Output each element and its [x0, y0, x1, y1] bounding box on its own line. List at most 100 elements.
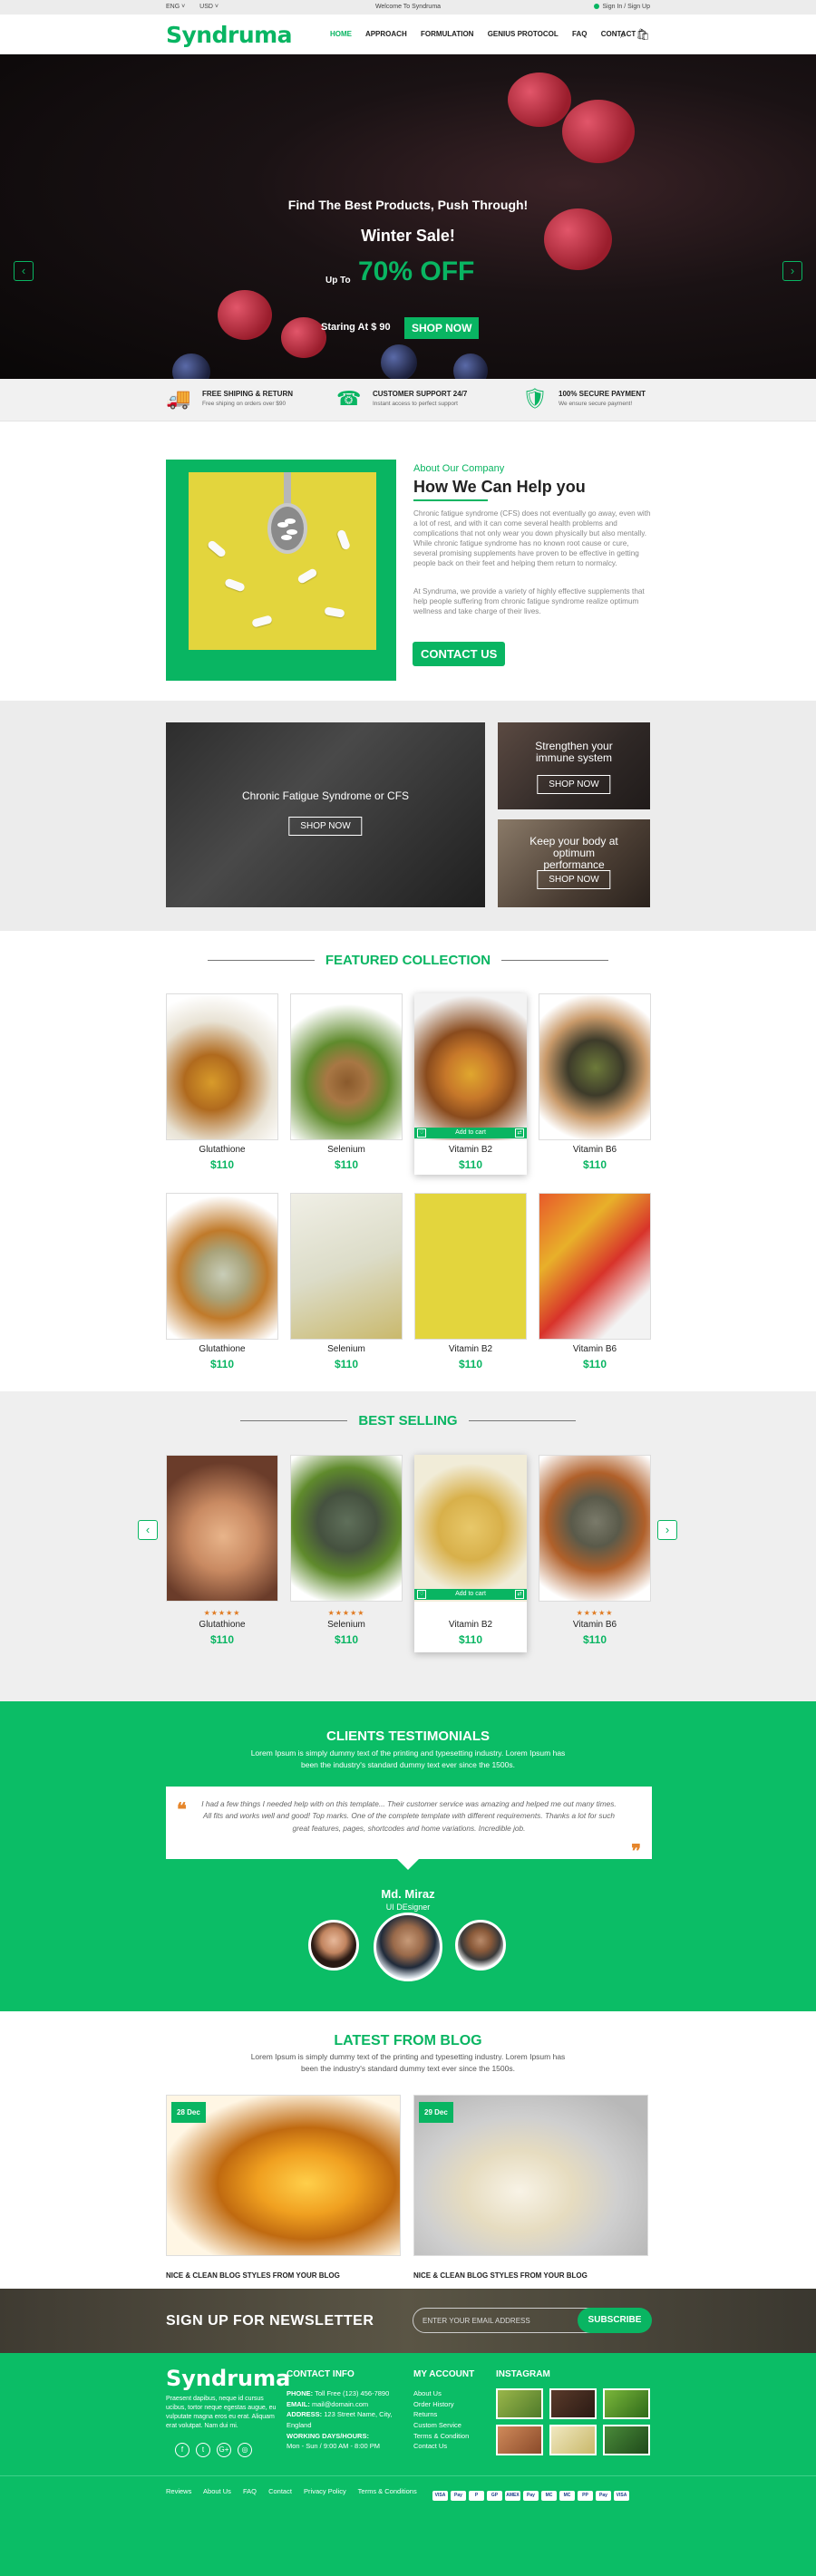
facebook-icon[interactable]: f	[175, 2443, 189, 2457]
instagram-thumb[interactable]	[603, 2388, 650, 2419]
product-name[interactable]: Vitamin B2	[414, 1145, 527, 1155]
blog-caption[interactable]: NICE & CLEAN BLOG STYLES FROM YOUR BLOG	[413, 2271, 588, 2280]
hero-banner: Find The Best Products, Push Through! Wi…	[0, 54, 816, 379]
product-image	[291, 1456, 402, 1601]
google-plus-icon[interactable]: G+	[217, 2443, 231, 2457]
hours-value: Mon - Sun / 9:00 AM - 8:00 PM	[287, 2442, 380, 2451]
bottom-link-about[interactable]: About Us	[203, 2487, 231, 2495]
footer-link-terms[interactable]: Terms & Condition	[413, 2431, 469, 2442]
email-value[interactable]: mail@domain.com	[312, 2400, 368, 2408]
avatar[interactable]	[455, 1920, 506, 1971]
bottom-link-privacy[interactable]: Privacy Policy	[304, 2487, 346, 2495]
logo[interactable]: Syndruma	[166, 22, 293, 48]
cart-icon[interactable]: 🛍	[636, 28, 650, 41]
pill-decoration	[206, 538, 228, 559]
product-card[interactable]	[166, 1455, 278, 1602]
avatar[interactable]	[308, 1920, 359, 1971]
nav-formulation[interactable]: FORMULATION	[421, 30, 474, 38]
instagram-thumb[interactable]	[603, 2425, 650, 2455]
instagram-thumb[interactable]	[496, 2388, 543, 2419]
product-card[interactable]	[166, 993, 278, 1140]
carousel-prev-icon[interactable]: ‹	[138, 1520, 158, 1540]
hero-prev-arrow-icon[interactable]: ‹	[14, 261, 34, 281]
blog-card[interactable]: 28 Dec	[166, 2095, 401, 2256]
wishlist-icon[interactable]: ♡	[417, 1128, 426, 1138]
add-to-cart-label[interactable]: Add to cart	[455, 1129, 486, 1136]
product-name[interactable]: Glutathione	[166, 1620, 278, 1630]
best-selling: BEST SELLING ‹ › ★★★★★ Glutathione $110 …	[0, 1391, 816, 1701]
bottom-link-terms[interactable]: Terms & Conditions	[358, 2487, 417, 2495]
about-section: About Our Company How We Can Help you Ch…	[0, 421, 816, 701]
promo-banner-performance[interactable]: Keep your body at optimum performance SH…	[498, 819, 650, 907]
product-price: $110	[334, 1158, 359, 1171]
footer-link-about[interactable]: About Us	[413, 2388, 469, 2399]
footer-link-contact[interactable]: Contact Us	[413, 2441, 469, 2452]
contact-us-button[interactable]: CONTACT US	[413, 642, 506, 666]
product-name[interactable]: Selenium	[290, 1145, 403, 1155]
compare-icon[interactable]: ⇄	[515, 1590, 524, 1599]
wishlist-icon[interactable]: ♡	[417, 1590, 426, 1599]
blog-caption[interactable]: NICE & CLEAN BLOG STYLES FROM YOUR BLOG	[166, 2271, 340, 2280]
product-name[interactable]: Vitamin B2	[414, 1620, 527, 1630]
instagram-thumb[interactable]	[496, 2425, 543, 2455]
nav-faq[interactable]: FAQ	[572, 30, 587, 38]
signin-link[interactable]: Sign In / Sign Up	[594, 4, 650, 10]
phone-value[interactable]: Toll Free (123) 456-7890	[315, 2389, 389, 2397]
promo-shop-now-button[interactable]: SHOP NOW	[537, 870, 611, 889]
product-card[interactable]	[290, 1455, 403, 1602]
add-to-cart-label[interactable]: Add to cart	[455, 1591, 486, 1597]
promo-shop-now-button[interactable]: SHOP NOW	[537, 775, 611, 794]
nav-home[interactable]: HOME	[330, 30, 352, 38]
product-name[interactable]: Selenium	[290, 1344, 403, 1354]
footer-link-service[interactable]: Custom Service	[413, 2420, 469, 2431]
subscribe-button[interactable]: SUBSCRIBE	[578, 2308, 652, 2333]
product-card[interactable]	[414, 1193, 527, 1340]
footer-link-orders[interactable]: Order History	[413, 2399, 469, 2410]
add-to-cart-bar[interactable]: ♡ Add to cart ⇄	[414, 1589, 527, 1600]
nav-approach[interactable]: APPROACH	[365, 30, 407, 38]
email-label: EMAIL:	[287, 2399, 310, 2408]
bottom-link-reviews[interactable]: Reviews	[166, 2487, 191, 2495]
product-card[interactable]	[539, 1193, 651, 1340]
carousel-next-icon[interactable]: ›	[657, 1520, 677, 1540]
product-name[interactable]: Vitamin B6	[539, 1344, 651, 1354]
product-name[interactable]: Glutathione	[166, 1145, 278, 1155]
nav-genius-protocol[interactable]: GENIUS PROTOCOL	[488, 30, 559, 38]
promo-shop-now-button[interactable]: SHOP NOW	[288, 817, 363, 836]
bottom-link-faq[interactable]: FAQ	[243, 2487, 257, 2495]
product-name[interactable]: Glutathione	[166, 1344, 278, 1354]
search-icon[interactable]: ⌕	[620, 28, 627, 42]
quote-open-icon: ❝	[177, 1800, 187, 1820]
feature-title: FREE SHIPING & RETURN	[202, 390, 294, 398]
product-card[interactable]	[290, 993, 403, 1140]
section-title: LATEST FROM BLOG	[334, 2033, 482, 2048]
footer-logo[interactable]: Syndruma	[166, 2366, 290, 2391]
twitter-icon[interactable]: t	[196, 2443, 210, 2457]
instagram-thumb[interactable]	[549, 2388, 597, 2419]
product-name[interactable]: Vitamin B6	[539, 1620, 651, 1630]
instagram-icon[interactable]: ◎	[238, 2443, 252, 2457]
add-to-cart-bar[interactable]: ♡ Add to cart ⇄	[414, 1128, 527, 1138]
product-name[interactable]: Vitamin B6	[539, 1145, 651, 1155]
payment-methods: VISA Pay P GP AMEX Pay MC MC PP Pay VISA	[432, 2486, 632, 2501]
compare-icon[interactable]: ⇄	[515, 1128, 524, 1138]
section-subtitle: Lorem Ipsum is simply dummy text of the …	[250, 2052, 566, 2073]
product-card[interactable]	[539, 993, 651, 1140]
hero-next-arrow-icon[interactable]: ›	[782, 261, 802, 281]
hero-shop-now-button[interactable]: SHOP NOW	[404, 317, 480, 339]
bottom-link-contact[interactable]: Contact	[268, 2487, 292, 2495]
product-name[interactable]: Vitamin B2	[414, 1344, 527, 1354]
promo-banner-cfs[interactable]: Chronic Fatigue Syndrome or CFS SHOP NOW	[166, 722, 485, 907]
promo-banner-immune[interactable]: Strengthen your immune system SHOP NOW	[498, 722, 650, 809]
newsletter-email-input[interactable]	[413, 2308, 605, 2333]
address-row: ADDRESS: 123 Street Name, City, England	[287, 2409, 404, 2430]
product-card[interactable]	[539, 1455, 651, 1602]
avatar-active[interactable]	[374, 1913, 442, 1981]
product-card[interactable]	[290, 1193, 403, 1340]
footer-link-returns[interactable]: Returns	[413, 2409, 469, 2420]
instagram-thumb[interactable]	[549, 2425, 597, 2455]
blog-card[interactable]: 29 Dec	[413, 2095, 648, 2256]
product-name[interactable]: Selenium	[290, 1620, 403, 1630]
testimonial-text: I had a few things I needed help with on…	[201, 1799, 617, 1833]
product-card[interactable]	[166, 1193, 278, 1340]
